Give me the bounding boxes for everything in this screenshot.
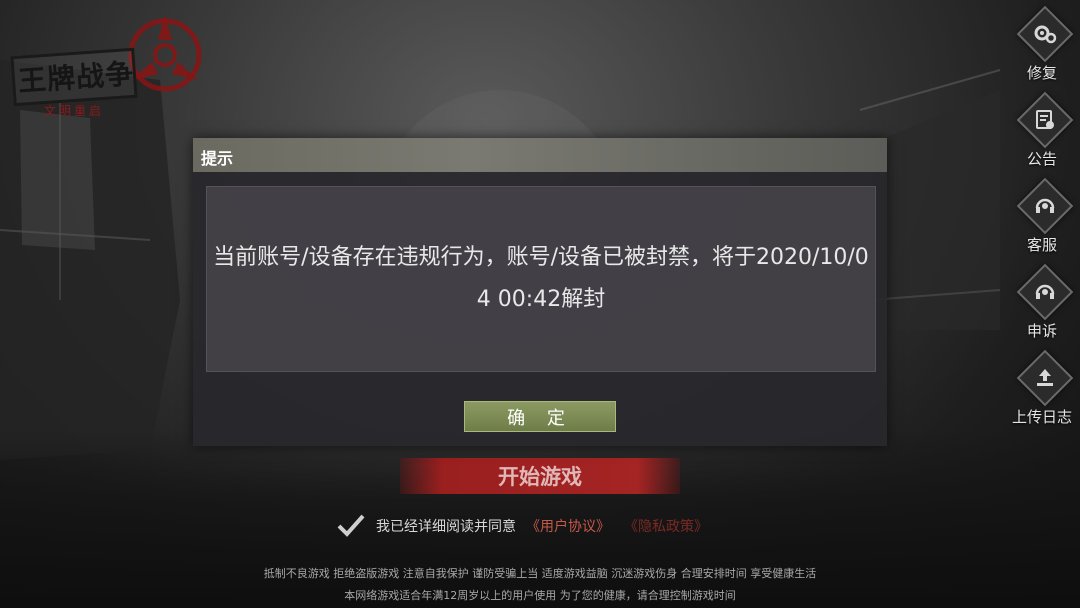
upload-icon xyxy=(1025,358,1065,398)
dialog-header: 提示 xyxy=(193,138,887,172)
dialog-body: 当前账号/设备存在违规行为，账号/设备已被封禁，将于2020/10/04 00:… xyxy=(206,186,876,372)
appeal-icon xyxy=(1025,272,1065,312)
game-logo: 王牌战争 文明重启 xyxy=(10,10,210,118)
logo-subtitle: 文明重启 xyxy=(44,104,105,118)
dialog-title: 提示 xyxy=(201,149,234,168)
side-label-upload-log: 上传日志 xyxy=(1011,408,1072,426)
side-label-service: 客服 xyxy=(1026,236,1057,254)
privacy-policy-link[interactable]: 《隐私政策》 xyxy=(624,516,708,536)
checkmark-icon[interactable] xyxy=(336,513,366,539)
gear-icon xyxy=(1025,14,1065,54)
side-item-service[interactable]: 客服 xyxy=(1004,177,1080,262)
side-item-upload-log[interactable]: 上传日志 xyxy=(1004,349,1080,434)
side-label-notice: 公告 xyxy=(1026,150,1057,168)
user-agreement-link[interactable]: 《用户协议》 xyxy=(526,516,610,536)
ban-notice-dialog: 提示 当前账号/设备存在违规行为，账号/设备已被封禁，将于2020/10/04 … xyxy=(193,138,887,446)
notice-icon xyxy=(1025,100,1065,140)
side-item-notice[interactable]: 公告 xyxy=(1004,91,1080,176)
agreement-row: 我已经详细阅读并同意 《用户协议》 《隐私政策》 xyxy=(336,512,722,540)
start-game-button[interactable]: 开始游戏 xyxy=(400,458,680,494)
agreement-text: 我已经详细阅读并同意 xyxy=(376,519,516,535)
footer-age-notice: 本网络游戏适合年满12周岁以上的用户使用 为了您的健康，请合理控制游戏时间 xyxy=(344,589,736,602)
logo-title: 王牌战争 xyxy=(17,56,136,99)
dialog-message: 当前账号/设备存在违规行为，账号/设备已被封禁，将于2020/10/04 00:… xyxy=(213,245,869,312)
side-label-repair: 修复 xyxy=(1026,64,1057,82)
side-item-repair[interactable]: 修复 xyxy=(1004,5,1080,90)
side-item-appeal[interactable]: 申诉 xyxy=(1004,263,1080,348)
side-label-appeal: 申诉 xyxy=(1026,322,1057,340)
confirm-button[interactable]: 确 定 xyxy=(464,401,616,432)
headset-icon xyxy=(1025,186,1065,226)
side-menu: 修复 公告 客服 申诉 上传日志 xyxy=(1004,0,1080,440)
footer-health-notice: 抵制不良游戏 拒绝盗版游戏 注意自我保护 谨防受骗上当 适度游戏益脑 沉迷游戏伤… xyxy=(263,567,817,580)
